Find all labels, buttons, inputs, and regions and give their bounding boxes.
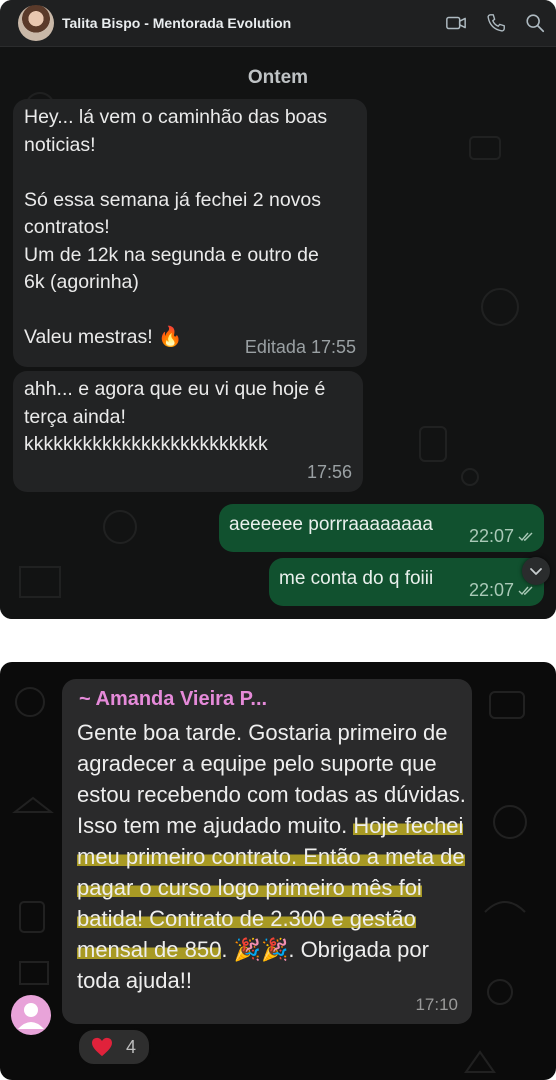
message-meta: Editada 17:55 xyxy=(244,336,356,357)
message-time: 22:07 xyxy=(468,526,514,546)
incoming-message[interactable]: ahh... e agora que eu vi que hoje é terç… xyxy=(13,371,363,492)
reaction-count: 4 xyxy=(126,1037,137,1057)
double-check-icon xyxy=(518,532,533,542)
message-time: 17:56 xyxy=(306,461,352,482)
outgoing-message[interactable]: me conta do q foiii 22:07 xyxy=(269,558,544,606)
default-avatar-icon xyxy=(18,1003,44,1029)
search-icon[interactable] xyxy=(524,12,546,34)
day-separator: Ontem xyxy=(247,67,309,88)
outgoing-message[interactable]: aeeeeee porrraaaaaaaa 22:07 xyxy=(219,504,544,552)
chat-header: Talita Bispo - Mentorada Evolution xyxy=(0,0,556,47)
message-text: aeeeeee porrraaaaaaaa xyxy=(229,514,433,535)
reaction-badge[interactable]: 4 xyxy=(77,1028,151,1066)
message-meta: 22:07 xyxy=(469,526,534,547)
chat-window-1: Talita Bispo - Mentorada Evolution Ontem xyxy=(0,0,556,619)
scroll-down-button[interactable] xyxy=(522,557,550,585)
message-time: 17:10 xyxy=(415,995,458,1014)
double-check-icon xyxy=(518,586,533,596)
sender-name[interactable]: ~ Amanda Vieira P... xyxy=(79,688,267,711)
contact-name[interactable]: Talita Bispo - Mentorada Evolution xyxy=(62,15,291,31)
incoming-message[interactable]: Hey... lá vem o caminhão das boas notici… xyxy=(13,99,367,367)
message-text: me conta do q foiii xyxy=(279,568,434,589)
group-message[interactable]: ~ Amanda Vieira P... Gente boa tarde. Go… xyxy=(62,679,472,1024)
message-text: ahh... e agora que eu vi que hoje é terç… xyxy=(24,378,326,455)
heart-icon xyxy=(92,1037,112,1057)
contact-avatar[interactable] xyxy=(18,5,54,41)
chevron-down-icon xyxy=(530,568,542,575)
phone-call-icon[interactable] xyxy=(485,12,507,34)
video-call-icon[interactable] xyxy=(445,12,467,34)
message-time: 22:07 xyxy=(468,580,514,600)
message-text: Hey... lá vem o caminhão das boas notici… xyxy=(24,106,328,348)
chat-window-2: ~ Amanda Vieira P... Gente boa tarde. Go… xyxy=(0,662,556,1080)
sender-avatar[interactable] xyxy=(11,995,51,1035)
message-text: Gente boa tarde. Gostaria primeiro de ag… xyxy=(77,717,467,996)
